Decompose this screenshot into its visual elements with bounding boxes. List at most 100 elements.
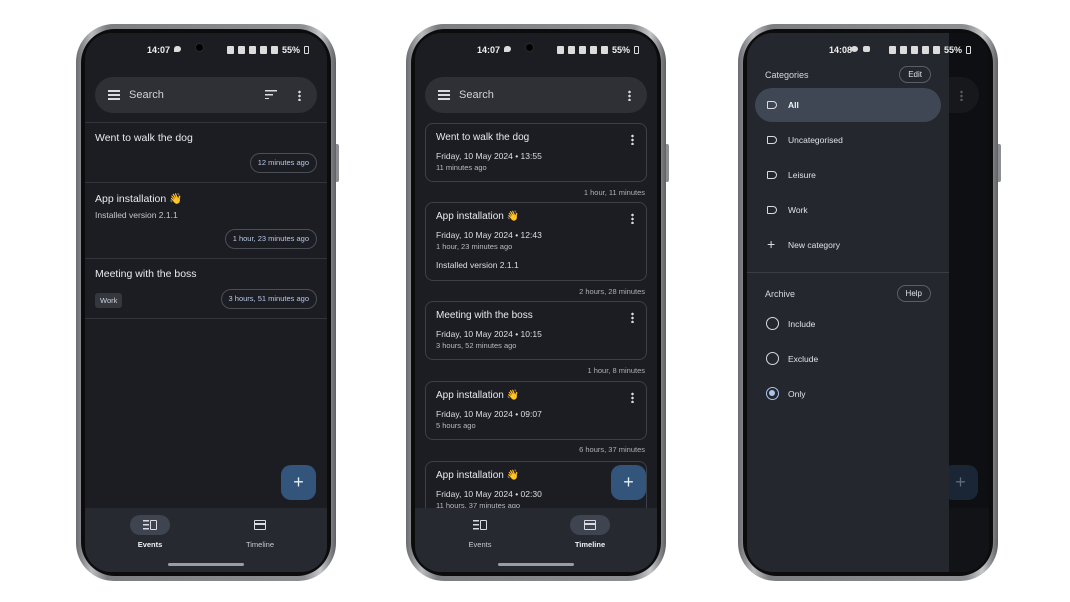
search-bar[interactable]: Search bbox=[425, 77, 647, 113]
card-more-icon[interactable] bbox=[631, 312, 634, 323]
card-more-icon[interactable] bbox=[631, 134, 634, 145]
label-icon bbox=[767, 171, 777, 179]
front-camera bbox=[195, 43, 204, 52]
battery-icon bbox=[304, 46, 309, 54]
status-icons: 55% bbox=[888, 45, 971, 55]
category-label: Work bbox=[788, 205, 808, 215]
timeline-card[interactable]: Went to walk the dog Friday, 10 May 2024… bbox=[425, 123, 647, 182]
signal-icon bbox=[600, 46, 608, 54]
nav-events[interactable]: Events bbox=[440, 515, 520, 549]
event-row[interactable]: Meeting with the boss Work 3 hours, 51 m… bbox=[85, 258, 327, 319]
event-title: Meeting with the boss bbox=[436, 310, 533, 321]
card-more-icon[interactable] bbox=[631, 392, 634, 403]
phone-timeline: 14:07 55% Search Went to walk the dog Fr… bbox=[406, 24, 669, 581]
archive-include[interactable]: Include bbox=[755, 307, 941, 341]
nav-timeline[interactable]: Timeline bbox=[220, 515, 300, 549]
search-placeholder[interactable]: Search bbox=[129, 89, 164, 101]
timeline-screen: 14:07 55% Search Went to walk the dog Fr… bbox=[415, 33, 657, 572]
search-bar[interactable]: Search bbox=[95, 77, 317, 113]
power-button bbox=[336, 144, 339, 182]
navigation-drawer: Categories Edit All Uncategorised Leisur… bbox=[747, 33, 949, 572]
menu-icon[interactable] bbox=[438, 90, 450, 100]
time-ago-badge: 1 hour, 23 minutes ago bbox=[224, 229, 317, 249]
wifi-icon bbox=[248, 46, 256, 54]
nav-indicator bbox=[460, 515, 500, 535]
phone-drawer: + 14:08 55% Categories Edit All Uncatego… bbox=[738, 24, 1001, 581]
status-time: 14:07 bbox=[147, 45, 171, 55]
timeline-card[interactable]: Meeting with the boss Friday, 10 May 202… bbox=[425, 301, 647, 360]
wifi-icon bbox=[578, 46, 586, 54]
help-button[interactable]: Help bbox=[896, 285, 931, 302]
vibrate-icon bbox=[888, 46, 896, 54]
search-placeholder[interactable]: Search bbox=[459, 89, 494, 101]
radio-button[interactable] bbox=[766, 352, 779, 365]
category-all[interactable]: All bbox=[755, 88, 941, 122]
battery-icon bbox=[966, 46, 971, 54]
event-title: Went to walk the dog bbox=[95, 132, 193, 144]
time-gap: 2 hours, 28 minutes bbox=[579, 287, 645, 296]
radio-button-selected[interactable] bbox=[766, 387, 779, 400]
nav-events[interactable]: Events bbox=[110, 515, 190, 549]
plus-icon: + bbox=[767, 236, 776, 252]
front-camera bbox=[525, 43, 534, 52]
bottom-nav: Events Timeline bbox=[85, 508, 327, 572]
archive-option-label: Only bbox=[788, 389, 806, 399]
category-work[interactable]: Work bbox=[755, 193, 941, 227]
event-note: Installed version 2.1.1 bbox=[95, 210, 178, 220]
status-bar: 14:07 55% bbox=[415, 33, 657, 63]
time-ago-badge: 12 minutes ago bbox=[249, 153, 317, 173]
gesture-handle[interactable] bbox=[168, 563, 244, 566]
category-tag: Work bbox=[95, 293, 123, 308]
timeline-card[interactable]: App installation 👋 Friday, 10 May 2024 •… bbox=[425, 381, 647, 440]
more-options-icon[interactable] bbox=[298, 90, 301, 101]
archive-only[interactable]: Only bbox=[755, 377, 941, 411]
events-icon bbox=[473, 520, 487, 530]
add-event-button[interactable]: + bbox=[281, 465, 316, 500]
category-leisure[interactable]: Leisure bbox=[755, 158, 941, 192]
category-label: Leisure bbox=[788, 170, 816, 180]
status-time: 14:07 bbox=[477, 45, 501, 55]
vibrate-icon bbox=[226, 46, 234, 54]
edit-categories-button[interactable]: Edit bbox=[899, 66, 931, 83]
event-title: App installation 👋 bbox=[436, 470, 520, 481]
battery-percent: 55% bbox=[611, 45, 630, 55]
label-icon bbox=[767, 136, 777, 144]
drawer-divider bbox=[747, 272, 949, 273]
gesture-handle[interactable] bbox=[498, 563, 574, 566]
event-note: Installed version 2.1.1 bbox=[436, 260, 519, 270]
event-ago: 5 hours ago bbox=[436, 421, 476, 430]
nav-timeline[interactable]: Timeline bbox=[550, 515, 630, 549]
more-options-icon[interactable] bbox=[628, 90, 631, 101]
category-uncategorised[interactable]: Uncategorised bbox=[755, 123, 941, 157]
notification-icon bbox=[863, 46, 870, 52]
time-ago-badge: 3 hours, 51 minutes ago bbox=[220, 289, 317, 309]
event-date: Friday, 10 May 2024 • 02:30 bbox=[436, 489, 542, 499]
menu-icon[interactable] bbox=[108, 90, 120, 100]
archive-option-label: Include bbox=[788, 319, 816, 329]
category-label: All bbox=[788, 100, 799, 110]
add-event-button[interactable]: + bbox=[611, 465, 646, 500]
event-ago: 3 hours, 52 minutes ago bbox=[436, 341, 517, 350]
event-ago: 1 hour, 23 minutes ago bbox=[436, 242, 513, 251]
event-title: Went to walk the dog bbox=[436, 132, 530, 143]
archive-exclude[interactable]: Exclude bbox=[755, 342, 941, 376]
event-title: App installation 👋 bbox=[95, 193, 183, 205]
event-ago: 11 minutes ago bbox=[436, 163, 487, 172]
notification-icon bbox=[174, 46, 181, 52]
timeline-card[interactable]: App installation 👋 Friday, 10 May 2024 •… bbox=[425, 202, 647, 281]
events-screen: 14:07 55% Search Went to walk the dog 12… bbox=[85, 33, 327, 572]
volte-icon bbox=[259, 46, 267, 54]
card-more-icon[interactable] bbox=[631, 213, 634, 224]
archive-heading: Archive bbox=[765, 289, 796, 299]
status-icons: 55% bbox=[556, 45, 639, 55]
sort-icon[interactable] bbox=[265, 90, 277, 99]
nav-label: Events bbox=[137, 540, 163, 549]
event-row[interactable]: App installation 👋 Installed version 2.1… bbox=[85, 182, 327, 258]
radio-button[interactable] bbox=[766, 317, 779, 330]
drawer-screen: + 14:08 55% Categories Edit All Uncatego… bbox=[747, 33, 989, 572]
category-label: Uncategorised bbox=[788, 135, 843, 145]
new-category-button[interactable]: + New category bbox=[755, 228, 941, 262]
battery-percent: 55% bbox=[281, 45, 300, 55]
event-row[interactable]: Went to walk the dog 12 minutes ago bbox=[85, 122, 327, 182]
categories-heading: Categories bbox=[765, 70, 809, 80]
